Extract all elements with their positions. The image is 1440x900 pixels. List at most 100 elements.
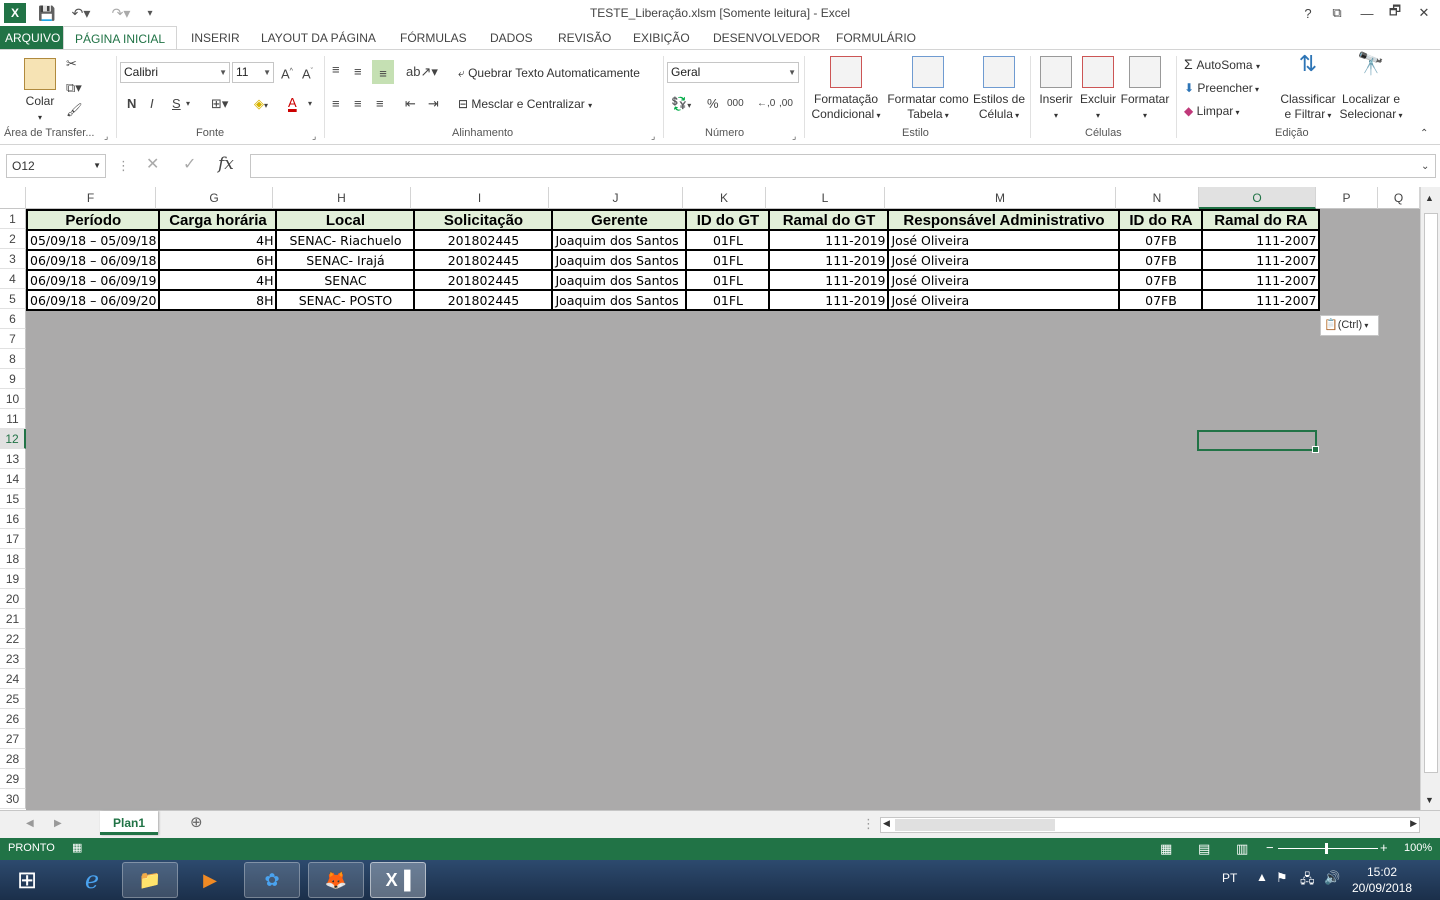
start-button-icon[interactable]: ⊞ (2, 862, 52, 898)
insert-cells-button[interactable]: Inserir ▾ (1036, 56, 1076, 123)
select-all-corner[interactable] (0, 187, 26, 209)
prev-sheet-icon[interactable]: ◀ (26, 816, 34, 832)
firefox-icon[interactable]: 🦊 (308, 862, 364, 898)
dialog-launcher-icon[interactable]: ⌟ (792, 128, 796, 144)
merge-center-button[interactable]: ⊟ Mesclar e Centralizar ▾ (458, 97, 592, 113)
insert-function-button[interactable]: fx (218, 156, 234, 173)
scroll-left-icon[interactable]: ◀ (883, 818, 890, 829)
header-cell[interactable]: Gerente (551, 209, 688, 231)
column-header-k[interactable]: K (683, 187, 766, 209)
horizontal-scroll-thumb[interactable] (895, 819, 1055, 831)
page-layout-view-icon[interactable]: ▤ (1198, 841, 1210, 857)
show-hidden-icon[interactable]: ▲ (1256, 870, 1268, 884)
clear-button[interactable]: ◆ Limpar ▾ (1184, 104, 1240, 120)
table-cell[interactable]: 06/09/18 – 06/09/18 (25, 249, 161, 271)
align-left-icon[interactable]: ≡ (332, 96, 340, 112)
table-cell[interactable]: 111-2019 (768, 289, 890, 311)
table-cell[interactable]: 07FB (1118, 229, 1204, 251)
row-header-5[interactable]: 5 (0, 289, 26, 309)
column-header-o[interactable]: O (1199, 187, 1316, 209)
sort-filter-button[interactable]: ⇅ Classificar e Filtrar ▾ (1278, 53, 1338, 123)
excel-taskbar-icon[interactable]: X▐ (370, 862, 426, 898)
table-cell[interactable]: 201802445 (413, 289, 554, 311)
underline-button[interactable]: S (172, 96, 181, 112)
table-cell[interactable]: 201802445 (413, 229, 554, 251)
enter-icon[interactable]: ✓ (183, 157, 196, 173)
row-header-2[interactable]: 2 (0, 229, 26, 249)
font-color-icon[interactable]: A (288, 95, 297, 111)
add-sheet-icon[interactable]: ⊕ (190, 815, 203, 831)
internet-explorer-icon[interactable]: ℯ (64, 862, 120, 898)
row-header-25[interactable]: 25 (0, 689, 26, 709)
table-cell[interactable]: Joaquim dos Santos (551, 249, 688, 271)
zoom-slider[interactable] (1278, 848, 1378, 849)
table-cell[interactable]: José Oliveira (887, 249, 1121, 271)
borders-icon[interactable]: ⊞▾ (211, 96, 228, 112)
tab-desenvolvedor[interactable]: DESENVOLVEDOR (711, 26, 822, 50)
row-header-23[interactable]: 23 (0, 649, 26, 669)
volume-icon[interactable]: 🔊 (1324, 870, 1340, 886)
file-explorer-icon[interactable]: 📁 (122, 862, 178, 898)
tab-exibicao[interactable]: EXIBIÇÃO (631, 26, 692, 50)
cancel-icon[interactable]: ✕ (146, 157, 159, 173)
ribbon-display-button[interactable]: ⧉ (1326, 3, 1348, 23)
font-name-combo[interactable]: Calibri ▼ (120, 62, 230, 83)
zoom-level[interactable]: 100% (1404, 842, 1432, 854)
italic-button[interactable]: I (150, 96, 154, 112)
header-cell[interactable]: ID do GT (685, 209, 771, 231)
format-painter-icon[interactable]: 🖌 (66, 102, 83, 118)
network-app-icon[interactable]: ✿ (244, 862, 300, 898)
table-cell[interactable]: 111-2007 (1201, 229, 1321, 251)
tab-dados[interactable]: DADOS (488, 26, 535, 50)
row-header-21[interactable]: 21 (0, 609, 26, 629)
percent-button[interactable]: % (707, 96, 719, 112)
formula-input[interactable] (250, 154, 1436, 178)
fill-color-icon[interactable]: ◈▾ (254, 96, 268, 114)
row-header-28[interactable]: 28 (0, 749, 26, 769)
autosum-button[interactable]: Σ AutoSoma ▾ (1184, 57, 1260, 74)
table-cell[interactable]: 111-2007 (1201, 289, 1321, 311)
media-player-icon[interactable]: ▶ (182, 862, 238, 898)
worksheet-grid[interactable]: FGHIJKLMNOPQ 1 2 3 4 5 6 7 8 9 10 11 12 13 14 15 16 17 18… (0, 187, 1440, 810)
row-header-8[interactable]: 8 (0, 349, 26, 369)
page-break-view-icon[interactable]: ▥ (1236, 841, 1248, 857)
vertical-scroll-thumb[interactable] (1424, 213, 1438, 773)
column-header-q[interactable]: Q (1378, 187, 1420, 209)
underline-dropdown-icon[interactable]: ▾ (186, 96, 190, 112)
dialog-launcher-icon[interactable]: ⌟ (312, 128, 316, 144)
header-cell[interactable]: Local (275, 209, 416, 231)
header-cell[interactable]: Período (25, 209, 161, 231)
header-cell[interactable]: Solicitação (413, 209, 554, 231)
currency-icon[interactable]: 💱▾ (671, 96, 691, 114)
dialog-launcher-icon[interactable]: ⌟ (104, 128, 108, 144)
thousands-button[interactable]: 000 (727, 96, 744, 112)
tab-inserir[interactable]: INSERIR (189, 26, 242, 50)
split-handle-icon[interactable]: ⋮ (862, 816, 875, 832)
row-header-11[interactable]: 11 (0, 409, 26, 429)
bold-button[interactable]: N (127, 96, 136, 112)
conditional-formatting-button[interactable]: Formatação Condicional ▾ (808, 56, 884, 123)
increase-indent-icon[interactable]: ⇥ (428, 96, 439, 112)
column-header-i[interactable]: I (411, 187, 549, 209)
column-header-j[interactable]: J (549, 187, 683, 209)
action-center-flag-icon[interactable]: ⚑ (1276, 870, 1288, 886)
column-header-p[interactable]: P (1316, 187, 1378, 209)
format-cells-button[interactable]: Formatar ▾ (1118, 56, 1172, 123)
tab-formulas[interactable]: FÓRMULAS (398, 26, 469, 50)
network-icon[interactable]: 🖧 (1300, 870, 1315, 892)
find-select-button[interactable]: 🔭 Localizar e Selecionar ▾ (1338, 53, 1404, 123)
scroll-down-icon[interactable]: ▼ (1425, 795, 1434, 805)
format-as-table-button[interactable]: Formatar como Tabela ▾ (884, 56, 972, 123)
row-header-30[interactable]: 30 (0, 789, 26, 809)
table-cell[interactable]: 8H (158, 289, 278, 311)
table-cell[interactable]: Joaquim dos Santos (551, 269, 688, 291)
table-cell[interactable]: José Oliveira (887, 229, 1121, 251)
tab-layout[interactable]: LAYOUT DA PÁGINA (259, 26, 378, 50)
expand-formula-icon[interactable]: ⌄ (1421, 159, 1429, 175)
table-cell[interactable]: Joaquim dos Santos (551, 289, 688, 311)
row-header-6[interactable]: 6 (0, 309, 26, 329)
table-cell[interactable]: 06/09/18 – 06/09/19 (25, 269, 161, 291)
column-header-m[interactable]: M (885, 187, 1116, 209)
row-header-15[interactable]: 15 (0, 489, 26, 509)
row-header-18[interactable]: 18 (0, 549, 26, 569)
